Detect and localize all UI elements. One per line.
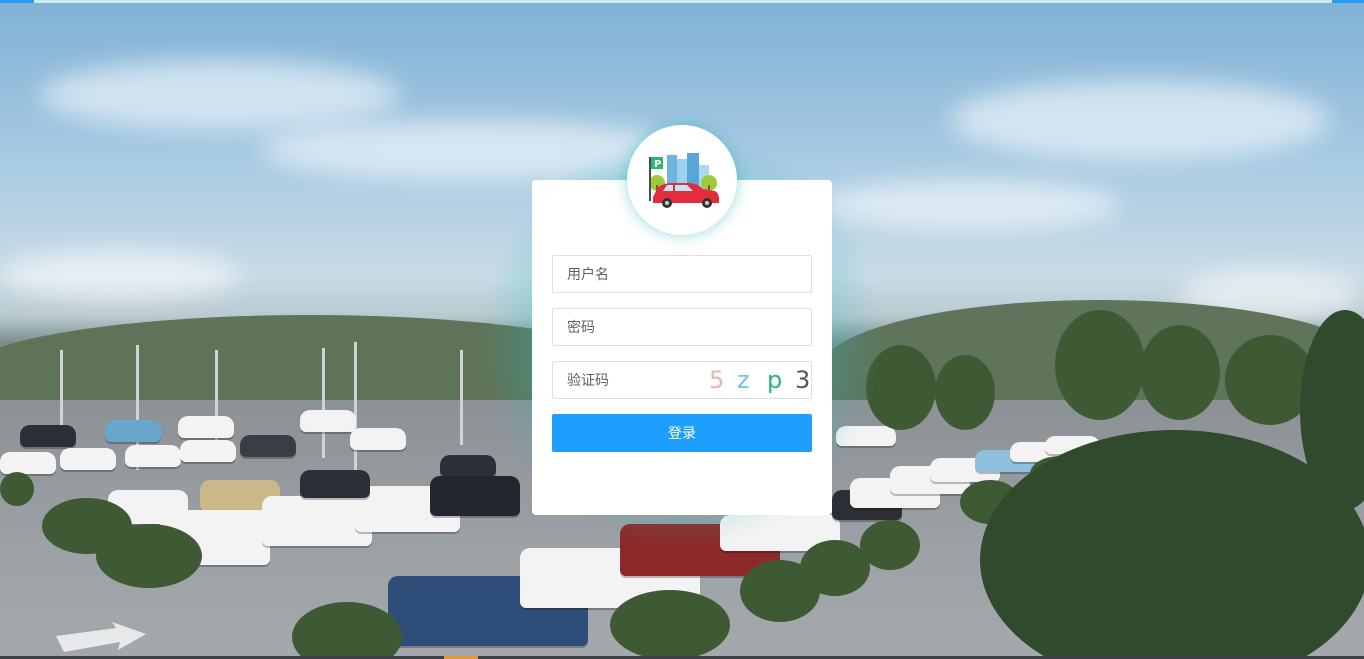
top-bar-accent-right bbox=[1332, 0, 1364, 3]
light-pole bbox=[322, 348, 325, 458]
cloud bbox=[40, 60, 400, 130]
tree bbox=[1055, 310, 1145, 420]
car bbox=[105, 420, 161, 442]
captcha-char: 5 bbox=[709, 366, 725, 394]
road-arrow-marking bbox=[56, 622, 146, 652]
car bbox=[0, 452, 56, 474]
captcha-char: p bbox=[767, 366, 783, 394]
car bbox=[430, 476, 520, 516]
tree bbox=[1140, 325, 1220, 420]
username-field[interactable] bbox=[552, 255, 812, 293]
captcha-input[interactable] bbox=[553, 362, 687, 398]
top-progress-bar bbox=[0, 0, 1364, 3]
car bbox=[60, 448, 116, 470]
login-button[interactable]: 登录 bbox=[552, 414, 812, 452]
captcha-char: 3 bbox=[795, 366, 811, 394]
logo-avatar: P bbox=[627, 125, 737, 235]
car bbox=[240, 435, 296, 457]
password-input[interactable] bbox=[553, 309, 807, 345]
captcha-field[interactable]: 5 z p 3 bbox=[552, 361, 812, 399]
car bbox=[178, 416, 234, 438]
car bbox=[125, 445, 181, 467]
car bbox=[300, 410, 356, 432]
car bbox=[180, 440, 236, 462]
parking-lot-car-icon: P bbox=[649, 153, 719, 208]
cloud bbox=[950, 80, 1330, 160]
shrub bbox=[96, 524, 202, 588]
light-pole bbox=[460, 350, 463, 445]
captcha-image[interactable]: 5 z p 3 bbox=[689, 364, 811, 396]
car bbox=[300, 470, 370, 498]
car bbox=[440, 455, 496, 477]
password-field[interactable] bbox=[552, 308, 812, 346]
car bbox=[20, 425, 76, 447]
username-input[interactable] bbox=[553, 256, 807, 292]
shrub bbox=[610, 590, 730, 659]
car bbox=[350, 428, 406, 450]
shrub bbox=[0, 472, 34, 506]
captcha-char: z bbox=[737, 366, 750, 394]
cloud bbox=[0, 250, 240, 300]
parking-sign-letter: P bbox=[654, 159, 661, 170]
top-bar-accent-left bbox=[0, 0, 34, 3]
tree bbox=[935, 355, 995, 430]
shrub bbox=[860, 520, 920, 570]
